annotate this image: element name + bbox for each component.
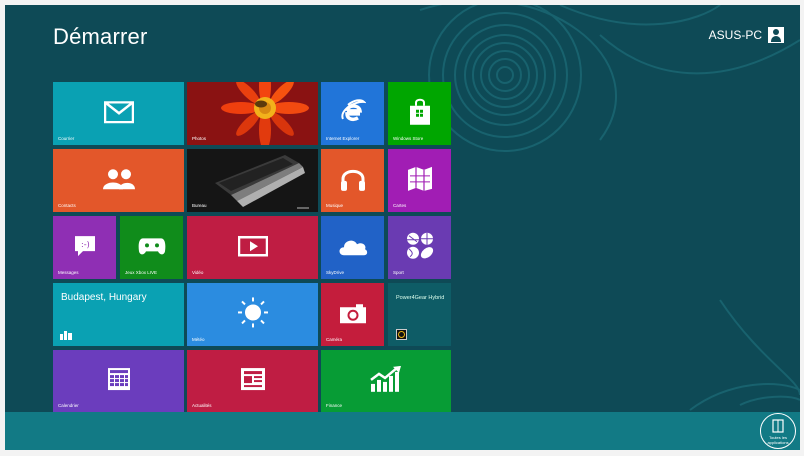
internet-explorer-icon	[340, 98, 366, 121]
power4gear-title: Power4Gear Hybrid	[396, 295, 445, 301]
tile-courrier[interactable]: Courrier	[53, 82, 184, 145]
sports-balls-icon	[406, 232, 433, 259]
tile-label: Courrier	[58, 136, 75, 141]
tile-label: Contacts	[58, 203, 76, 208]
chat-icon: :-)	[74, 235, 95, 256]
tile-power4gear[interactable]: Power4Gear Hybrid	[388, 283, 451, 346]
all-apps-icon	[772, 419, 784, 433]
tile-meteo[interactable]: Météo	[187, 283, 318, 346]
power4gear-icon	[396, 329, 407, 340]
headphones-icon	[340, 169, 365, 191]
tile-label: Photos	[192, 136, 207, 141]
tile-internet-explorer[interactable]: Internet Explorer	[321, 82, 384, 145]
map-icon	[407, 166, 432, 191]
tile-label: Vidéo	[192, 270, 204, 275]
store-bag-icon	[409, 98, 430, 125]
user-avatar-icon	[768, 27, 784, 43]
sun-icon	[237, 296, 268, 327]
tile-label: Météo	[192, 337, 205, 342]
tile-label: Calendrier	[58, 403, 79, 408]
tile-bureau[interactable]: Bureau	[187, 149, 318, 212]
tile-label: Caméra	[326, 337, 343, 342]
tile-finance[interactable]: Finance	[321, 350, 451, 412]
camera-icon	[339, 303, 366, 323]
tile-label: Windows Store	[393, 136, 424, 141]
tile-label: SkyDrive	[326, 270, 345, 275]
tile-label: Internet Explorer	[326, 136, 360, 141]
screen-frame-top	[0, 0, 804, 5]
screen-frame-left	[0, 0, 5, 456]
video-play-icon	[237, 235, 268, 256]
cloud-icon	[339, 240, 367, 255]
tile-calendrier[interactable]: Calendrier	[53, 350, 184, 412]
tile-label: Cartes	[393, 203, 407, 208]
all-apps-button[interactable]: Toutes les applications	[760, 413, 796, 449]
tile-label: Jeux Xbox LIVE	[125, 270, 158, 275]
svg-text::-): :-)	[81, 240, 90, 249]
tile-label: Musique	[326, 203, 344, 208]
mail-icon	[103, 100, 134, 123]
page-title: Démarrer	[53, 24, 148, 49]
tile-video[interactable]: Vidéo	[187, 216, 318, 279]
tile-skydrive[interactable]: SkyDrive	[321, 216, 384, 279]
tile-xbox[interactable]: Jeux Xbox LIVE	[120, 216, 183, 279]
tile-actualites[interactable]: Actualités	[187, 350, 318, 412]
tile-musique[interactable]: Musique	[321, 149, 384, 212]
all-apps-label: Toutes les applications	[767, 435, 789, 445]
chart-up-icon	[370, 365, 401, 392]
tile-contacts[interactable]: Contacts	[53, 149, 184, 212]
city-buildings-icon	[60, 331, 72, 340]
tile-label: Finance	[326, 403, 343, 408]
people-icon	[102, 168, 135, 189]
flower-photo-image	[187, 82, 318, 145]
tile-sport[interactable]: Sport	[388, 216, 451, 279]
city-name: Budapest, Hungary	[61, 292, 147, 303]
tile-photos[interactable]: Photos	[187, 82, 318, 145]
tile-label: Bureau	[192, 203, 207, 208]
tile-label: Sport	[393, 270, 404, 275]
screen-frame-right	[800, 0, 804, 456]
user-name: ASUS-PC	[708, 28, 762, 42]
tile-city[interactable]: Budapest, Hungary	[53, 283, 184, 346]
user-account[interactable]: ASUS-PC	[709, 27, 784, 43]
tile-windows-store[interactable]: Windows Store	[388, 82, 451, 145]
tile-cartes[interactable]: Cartes	[388, 149, 451, 212]
newspaper-icon	[240, 368, 265, 391]
tile-label: Actualités	[192, 403, 212, 408]
tile-label: Messages	[58, 270, 79, 275]
tile-messages[interactable]: :-) Messages	[53, 216, 116, 279]
bottom-app-bar	[5, 412, 800, 450]
tile-camera[interactable]: Caméra	[321, 283, 384, 346]
screen-frame-bottom	[0, 450, 804, 456]
calendar-icon	[107, 368, 130, 391]
gamepad-icon	[138, 237, 165, 254]
